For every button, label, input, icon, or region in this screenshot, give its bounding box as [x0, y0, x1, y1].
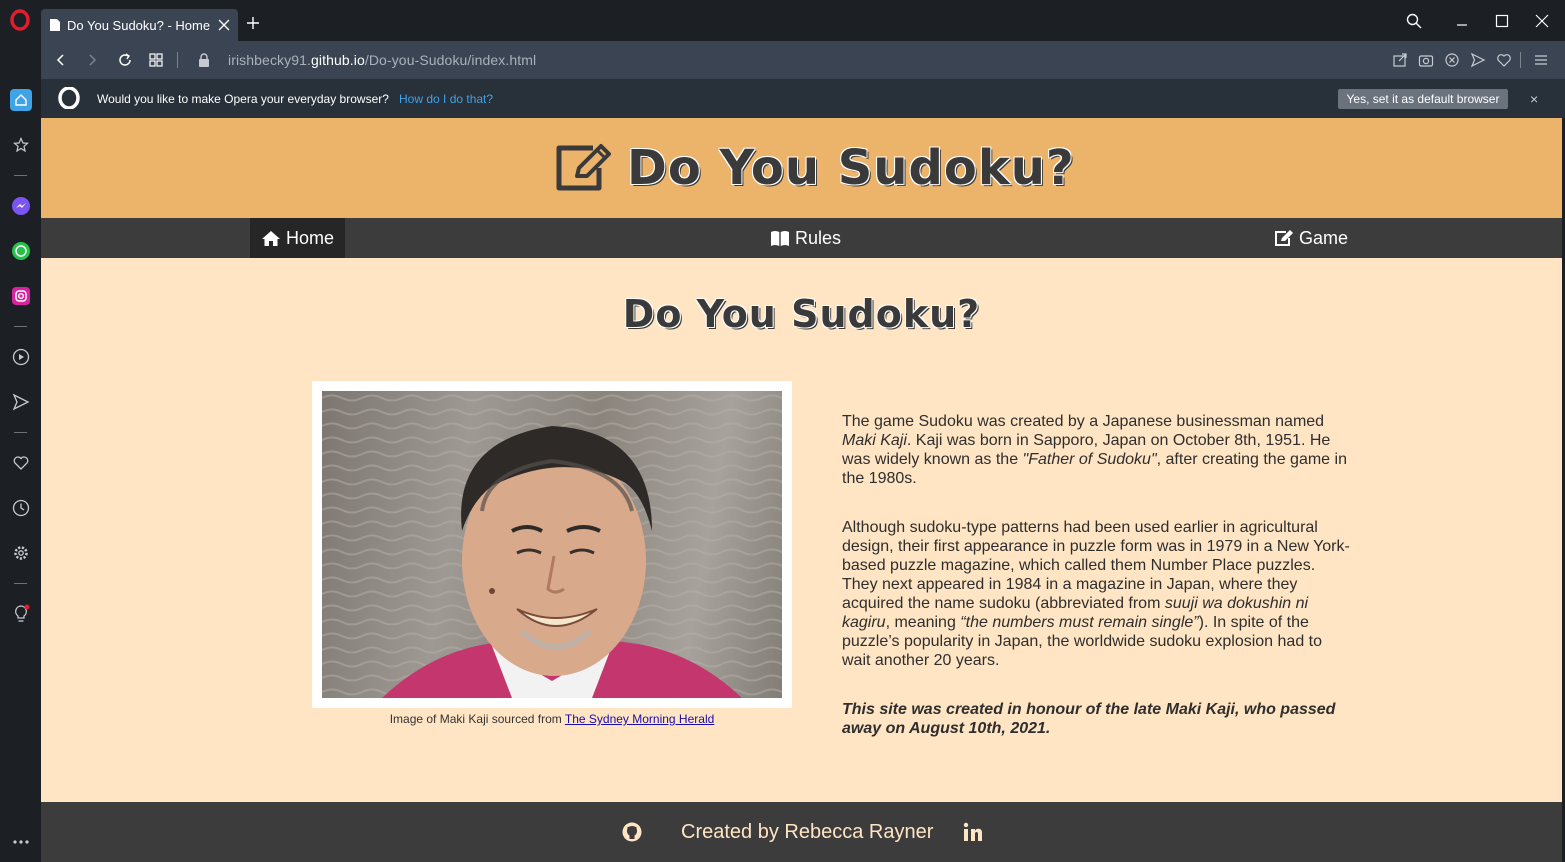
lock-icon[interactable]	[196, 52, 212, 68]
book-icon	[771, 230, 789, 246]
search-icon[interactable]	[1405, 12, 1423, 30]
speed-dial-icon[interactable]	[148, 52, 164, 68]
portrait-image	[322, 391, 782, 698]
home-icon[interactable]	[10, 89, 32, 111]
history-icon[interactable]	[10, 497, 32, 519]
nav-home[interactable]: Home	[250, 218, 346, 258]
photo-caption: Image of Maki Kaji sourced from The Sydn…	[312, 712, 792, 726]
home-icon	[262, 230, 280, 246]
set-default-button[interactable]: Yes, set it as default browser	[1338, 89, 1508, 109]
instagram-icon[interactable]	[10, 285, 32, 307]
default-browser-infobar: Would you like to make Opera your everyd…	[41, 79, 1565, 118]
heart-icon[interactable]	[10, 452, 32, 474]
footer-credit: Created by Rebecca Rayner	[681, 821, 934, 843]
nav-rules-label: Rules	[795, 227, 842, 248]
bulb-icon[interactable]	[10, 603, 32, 625]
minimize-icon[interactable]	[1453, 12, 1471, 30]
nav-game-label: Game	[1299, 227, 1349, 248]
caption-source-link[interactable]: The Sydney Morning Herald	[565, 712, 714, 726]
easy-setup-icon[interactable]	[1533, 52, 1549, 68]
site-footer: Created by Rebecca Rayner	[41, 802, 1562, 862]
settings-icon[interactable]	[10, 542, 32, 564]
web-page: Do You Sudoku? Home Rules Game Do You Su…	[41, 118, 1562, 862]
edit-icon	[556, 144, 611, 191]
infobar-close-icon[interactable]: ×	[1530, 91, 1538, 107]
new-tab-icon[interactable]	[245, 15, 261, 31]
caption-text: Image of Maki Kaji sourced from	[389, 712, 565, 726]
adblock-icon[interactable]	[1444, 52, 1460, 68]
history-paragraph: The game Sudoku was created by a Japanes…	[842, 413, 1347, 487]
bookmark-heart-icon[interactable]	[1496, 52, 1512, 68]
tab-title: Do You Sudoku? - Home	[67, 17, 211, 33]
infobar-help-link[interactable]: How do I do that?	[399, 92, 493, 106]
origin-paragraph: Although sudoku-type patterns had been u…	[842, 519, 1350, 669]
close-icon[interactable]	[216, 17, 232, 33]
address-bar: irishbecky91.github.io/Do-you-Sudoku/ind…	[41, 41, 1565, 79]
send-tab-icon[interactable]	[1470, 52, 1486, 68]
tab-strip: Do You Sudoku? - Home	[41, 0, 1565, 41]
back-icon[interactable]	[53, 52, 69, 68]
player-icon[interactable]	[10, 346, 32, 368]
url-text[interactable]: irishbecky91.github.io/Do-you-Sudoku/ind…	[228, 52, 536, 68]
whatsapp-icon[interactable]	[10, 240, 32, 262]
page-icon	[50, 19, 60, 31]
star-icon[interactable]	[10, 134, 32, 156]
linkedin-icon[interactable]	[963, 822, 983, 842]
opera-sidebar	[0, 0, 41, 862]
forward-icon[interactable]	[84, 52, 100, 68]
edit-icon	[1275, 230, 1293, 246]
send-icon[interactable]	[10, 391, 32, 413]
close-window-icon[interactable]	[1533, 12, 1551, 30]
site-navbar: Home Rules Game	[41, 218, 1562, 258]
maki-kaji-photo	[312, 381, 792, 708]
site-header: Do You Sudoku?	[41, 118, 1562, 218]
camera-icon[interactable]	[1418, 52, 1434, 68]
share-icon[interactable]	[1392, 52, 1408, 68]
infobar-message: Would you like to make Opera your everyd…	[97, 92, 389, 106]
tab-home[interactable]: Do You Sudoku? - Home	[41, 9, 238, 41]
page-title: Do You Sudoku?	[622, 292, 981, 336]
nav-rules[interactable]: Rules	[759, 218, 852, 258]
maximize-icon[interactable]	[1493, 12, 1511, 30]
tribute-text: This site was created in honour of the l…	[842, 701, 1336, 737]
opera-logo-icon	[58, 87, 80, 109]
brand[interactable]: Do You Sudoku?	[553, 138, 1075, 198]
intro-text: The game Sudoku was created by a Japanes…	[842, 412, 1352, 768]
github-icon[interactable]	[622, 822, 642, 842]
opera-logo-icon[interactable]	[10, 9, 30, 31]
more-icon[interactable]	[10, 831, 32, 853]
nav-home-label: Home	[286, 227, 335, 248]
messenger-icon[interactable]	[10, 195, 32, 217]
nav-game[interactable]: Game	[1263, 218, 1359, 258]
brand-title: Do You Sudoku?	[627, 140, 1075, 196]
reload-icon[interactable]	[117, 52, 133, 68]
